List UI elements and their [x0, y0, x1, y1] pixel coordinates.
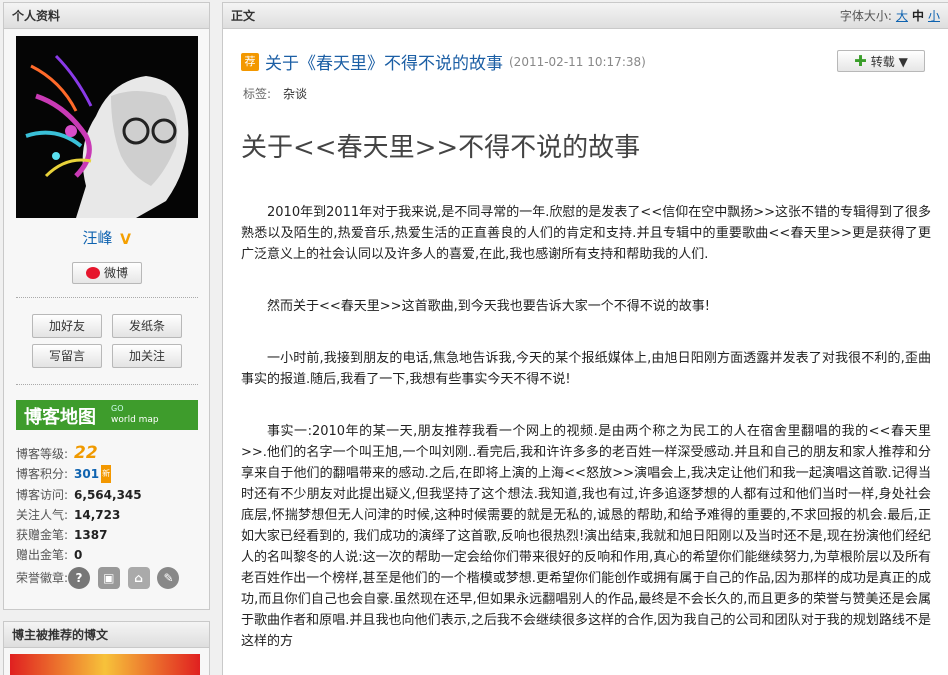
recommend-badge-icon: 荐: [241, 52, 259, 71]
article-panel-header: 正文 字体大小: 大中小: [223, 3, 948, 29]
weibo-button[interactable]: 微博: [72, 262, 142, 284]
repost-button-label: 转载: [870, 55, 895, 69]
stat-label: 博客等级:: [16, 447, 69, 461]
leave-message-button[interactable]: 写留言: [32, 344, 102, 368]
stat-followers: 关注人气: 14,723: [16, 506, 120, 524]
stat-blog-points: 博客积分: 301 新: [16, 465, 112, 483]
profile-panel-title: 个人资料: [4, 3, 209, 29]
blog-map-subtitle: world map: [111, 415, 159, 425]
nickname[interactable]: 汪峰: [82, 229, 112, 247]
stat-value: 14,723: [74, 508, 121, 522]
recommended-posts-panel: 博主被推荐的博文: [3, 621, 210, 675]
article-paragraph: 事实一:2010年的某一天,朋友推荐我看一个网上的视频.是由两个称之为民工的人在…: [241, 424, 931, 649]
lock-medal-icon[interactable]: ⌂: [127, 567, 150, 589]
article-panel: 正文 字体大小: 大中小 荐关于《春天里》不得不说的故事 (2011-02-11 1…: [222, 2, 948, 675]
stat-label: 关注人气:: [16, 508, 69, 522]
stat-pens-received: 获赠金笔: 1387: [16, 526, 107, 544]
stat-value: 0: [74, 548, 83, 562]
weibo-button-label: 微博: [103, 266, 128, 280]
follow-button[interactable]: 加关注: [112, 344, 182, 368]
font-size-large[interactable]: 大: [896, 9, 908, 23]
add-friend-button[interactable]: 加好友: [32, 314, 102, 338]
divider: [16, 297, 198, 298]
new-badge: 新: [101, 465, 112, 483]
font-size-small[interactable]: 小: [928, 9, 940, 23]
article-paragraph: 一小时前,我接到朋友的电话,焦急地告诉我,今天的某个报纸媒体上,由旭日阳刚方面透…: [241, 351, 931, 387]
vip-badge-icon: V: [120, 231, 131, 248]
stat-value: 1387: [74, 528, 108, 542]
medals-row: ? ▣ ⌂ ✎: [68, 567, 183, 589]
blog-map-title: 博客地图: [24, 407, 96, 428]
font-size-medium[interactable]: 中: [912, 9, 924, 23]
article-title[interactable]: 关于《春天里》不得不说的故事: [265, 54, 503, 74]
tags-label: 标签:: [243, 87, 272, 101]
question-medal-icon[interactable]: ?: [68, 567, 90, 589]
send-note-button[interactable]: 发纸条: [112, 314, 182, 338]
stat-label: 荣誉徽章:: [16, 571, 69, 585]
repost-button[interactable]: ✚ 转载 ▼: [837, 50, 925, 72]
stat-label: 赠出金笔:: [16, 548, 69, 562]
article-heading: 关于<<春天里>>不得不说的故事: [241, 133, 641, 163]
article-timestamp: (2011-02-11 10:17:38): [509, 54, 646, 69]
stat-pens-given: 赠出金笔: 0: [16, 546, 82, 564]
stat-label: 获赠金笔:: [16, 528, 69, 542]
recommended-banner[interactable]: [10, 654, 200, 675]
stat-value: 6,564,345: [74, 488, 142, 502]
article-paragraph: 2010年到2011年对于我来说,是不同寻常的一年.欣慰的是发表了<<信仰在空中…: [241, 205, 932, 262]
plus-icon: ✚: [854, 52, 867, 70]
article-body: 2010年到2011年对于我来说,是不同寻常的一年.欣慰的是发表了<<信仰在空中…: [241, 202, 931, 675]
stat-label: 博客积分:: [16, 467, 69, 481]
camera-medal-icon[interactable]: ▣: [97, 567, 120, 589]
weibo-icon: [85, 266, 100, 279]
article-title-row: 荐关于《春天里》不得不说的故事 (2011-02-11 10:17:38): [241, 49, 646, 74]
left-sidebar: 个人资料 汪峰 V 微博 加好友 发纸条 写留言 加关注 博客地图 GO wor…: [0, 0, 211, 675]
stat-value[interactable]: 22: [74, 443, 98, 463]
stat-blog-visits: 博客访问: 6,564,345: [16, 486, 142, 504]
article-paragraph: 然而关于<<春天里>>这首歌曲,到今天我也要告诉大家一个不得不说的故事!: [267, 299, 710, 314]
font-size-label: 字体大小:: [839, 9, 892, 23]
divider: [16, 384, 198, 385]
pen-medal-icon[interactable]: ✎: [157, 567, 180, 589]
article-panel-title: 正文: [231, 9, 256, 23]
stat-medals: 荣誉徽章:: [16, 569, 68, 587]
nickname-row: 汪峰 V: [4, 227, 211, 248]
stat-blog-level: 博客等级: 22: [16, 444, 98, 462]
font-size-control: 字体大小: 大中小: [840, 3, 940, 29]
article-tags: 标签: 杂谈: [243, 85, 307, 102]
profile-panel: 个人资料 汪峰 V 微博 加好友 发纸条 写留言 加关注 博客地图 GO wor…: [3, 2, 210, 610]
recommended-posts-title: 博主被推荐的博文: [4, 622, 209, 648]
blog-map-tag: GO: [111, 404, 124, 413]
tag-link[interactable]: 杂谈: [283, 87, 307, 101]
blog-map-banner[interactable]: 博客地图 GO world map: [16, 400, 198, 430]
stat-label: 博客访问:: [16, 488, 69, 502]
chevron-down-icon: ▼: [898, 55, 908, 69]
stat-value[interactable]: 301: [74, 467, 99, 481]
avatar[interactable]: [16, 36, 198, 218]
